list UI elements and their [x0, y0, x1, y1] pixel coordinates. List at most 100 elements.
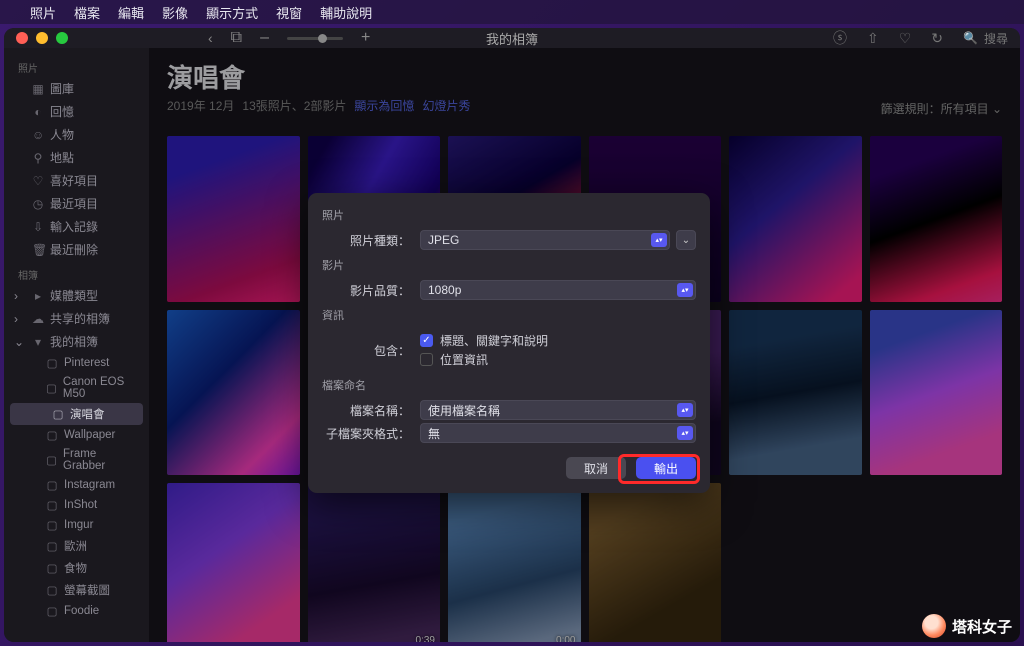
sidebar-album-canon[interactable]: ▢Canon EOS M50 [4, 373, 149, 403]
sidebar-album-framegrabber[interactable]: ▢Frame Grabber [4, 445, 149, 475]
clock-icon: ◷ [32, 197, 44, 211]
sidebar-album-imgur[interactable]: ▢Imgur [4, 515, 149, 535]
dropdown-caret-icon: ▴▾ [677, 403, 693, 417]
menu-edit[interactable]: 編輯 [118, 3, 144, 22]
menu-photos[interactable]: 照片 [30, 3, 56, 22]
macos-menubar: 照片 檔案 編輯 影像 顯示方式 視窗 輔助說明 [0, 0, 1024, 24]
album-icon: ▢ [46, 604, 58, 618]
expand-options-button[interactable]: ⌄ [676, 230, 696, 250]
album-icon: ▢ [46, 478, 58, 492]
video-quality-select[interactable]: 1080p ▴▾ [420, 280, 696, 300]
include-metadata-checkbox[interactable]: ✓ 標題、關鍵字和說明 [420, 332, 696, 349]
people-icon: ☺ [32, 128, 44, 142]
search-field[interactable]: 🔍 搜尋 [963, 30, 1008, 47]
album-icon: ▢ [46, 561, 58, 575]
album-icon: ▢ [46, 381, 57, 395]
export-button[interactable]: 輸出 [636, 457, 696, 479]
toolbar-left: ‹ ⧉ – + [208, 29, 370, 47]
close-button[interactable] [16, 32, 28, 44]
video-quality-label: 影片品質： [322, 282, 420, 299]
chevron-right-icon: › [14, 312, 18, 326]
sidebar-album-wallpaper[interactable]: ▢Wallpaper [4, 425, 149, 445]
checkbox-unchecked-icon [420, 353, 433, 366]
sidebar-item-places[interactable]: ⚲地點 [4, 146, 149, 169]
menu-file[interactable]: 檔案 [74, 3, 100, 22]
sidebar-section-photos: 照片 [4, 54, 149, 77]
menu-window[interactable]: 視窗 [276, 3, 302, 22]
include-location-checkbox[interactable]: 位置資訊 [420, 351, 696, 368]
favorite-icon[interactable]: ♡ [899, 30, 912, 47]
album-icon: ▢ [46, 453, 57, 467]
titlebar: ‹ ⧉ – + 我的相簿 ⓢ ⇧ ♡ ↻ 🔍 搜尋 [4, 28, 1020, 48]
sidebar-album-pinterest[interactable]: ▢Pinterest [4, 353, 149, 373]
export-dialog: 照片 照片種類： JPEG ▴▾ ⌄ 影片 影片品質： 1080p ▴▾ 資訊 … [308, 193, 710, 493]
cancel-button[interactable]: 取消 [566, 457, 626, 479]
chevron-down-icon: ⌄ [14, 335, 24, 349]
sidebar-album-inshot[interactable]: ▢InShot [4, 495, 149, 515]
sidebar-album-food[interactable]: ▢食物 [4, 557, 149, 579]
filename-select[interactable]: 使用檔案名稱 ▴▾ [420, 400, 696, 420]
aspect-icon[interactable]: ⧉ [231, 29, 242, 47]
photo-type-label: 照片種類： [322, 232, 420, 249]
include-label: 包含： [322, 342, 420, 359]
sidebar-item-deleted[interactable]: 🗑最近刪除 [4, 238, 149, 261]
menu-help[interactable]: 輔助說明 [320, 3, 372, 22]
back-button[interactable]: ‹ [208, 30, 213, 46]
sidebar-item-library[interactable]: ▦圖庫 [4, 77, 149, 100]
minimize-button[interactable] [36, 32, 48, 44]
sidebar-item-people[interactable]: ☺人物 [4, 123, 149, 146]
import-icon: ⇩ [32, 220, 44, 234]
chevron-down-icon: ⌄ [682, 235, 690, 246]
sidebar-item-mediatypes[interactable]: ›▸媒體類型 [4, 284, 149, 307]
sidebar-album-screenshots[interactable]: ▢螢幕截圖 [4, 579, 149, 601]
sidebar-album-instagram[interactable]: ▢Instagram [4, 475, 149, 495]
memories-icon: ◐ [32, 105, 44, 119]
watermark-avatar-icon [922, 614, 946, 638]
shared-icon: ☁ [32, 312, 44, 326]
sidebar-section-albums: 相簿 [4, 261, 149, 284]
folder-icon: ▸ [32, 289, 44, 303]
dialog-section-naming: 檔案命名 [322, 373, 696, 397]
toolbar-right: ⓢ ⇧ ♡ ↻ 🔍 搜尋 [833, 28, 1008, 48]
sidebar-item-memories[interactable]: ◐回憶 [4, 100, 149, 123]
album-icon: ▢ [52, 407, 64, 421]
dropdown-caret-icon: ▴▾ [651, 233, 667, 247]
subfolder-select[interactable]: 無 ▴▾ [420, 423, 696, 443]
dialog-section-video: 影片 [322, 253, 696, 277]
menu-image[interactable]: 影像 [162, 3, 188, 22]
dialog-section-info: 資訊 [322, 303, 696, 327]
folder-icon: ▾ [32, 335, 44, 349]
sidebar-item-favorites[interactable]: ♡喜好項目 [4, 169, 149, 192]
photo-type-select[interactable]: JPEG ▴▾ [420, 230, 670, 250]
sidebar-item-shared[interactable]: ›☁共享的相簿 [4, 307, 149, 330]
info-icon[interactable]: ⓢ [833, 28, 847, 48]
sidebar-item-myalbums[interactable]: ⌄▾我的相簿 [4, 330, 149, 353]
sidebar-album-europe[interactable]: ▢歐洲 [4, 535, 149, 557]
zoom-slider[interactable] [287, 37, 343, 40]
sidebar-item-recent[interactable]: ◷最近項目 [4, 192, 149, 215]
checkbox-checked-icon: ✓ [420, 334, 433, 347]
menu-view[interactable]: 顯示方式 [206, 3, 258, 22]
sidebar: 照片 ▦圖庫 ◐回憶 ☺人物 ⚲地點 ♡喜好項目 ◷最近項目 ⇩輸入記錄 🗑最近… [4, 48, 149, 642]
album-icon: ▢ [46, 539, 58, 553]
dialog-section-photo: 照片 [322, 203, 696, 227]
dropdown-caret-icon: ▴▾ [677, 283, 693, 297]
album-icon: ▢ [46, 428, 58, 442]
sidebar-item-imports[interactable]: ⇩輸入記錄 [4, 215, 149, 238]
sidebar-album-concert[interactable]: ▢演唱會 [10, 403, 143, 425]
pin-icon: ⚲ [32, 151, 44, 165]
sidebar-album-foodie[interactable]: ▢Foodie [4, 601, 149, 621]
album-icon: ▢ [46, 583, 58, 597]
share-icon[interactable]: ⇧ [867, 30, 879, 47]
maximize-button[interactable] [56, 32, 68, 44]
album-icon: ▢ [46, 498, 58, 512]
library-icon: ▦ [32, 82, 44, 96]
album-icon: ▢ [46, 518, 58, 532]
heart-icon: ♡ [32, 174, 44, 188]
chevron-right-icon: › [14, 289, 18, 303]
dropdown-caret-icon: ▴▾ [677, 426, 693, 440]
trash-icon: 🗑 [32, 243, 44, 257]
watermark: 塔科女子 [922, 614, 1012, 638]
rotate-icon[interactable]: ↻ [931, 30, 943, 47]
album-icon: ▢ [46, 356, 58, 370]
